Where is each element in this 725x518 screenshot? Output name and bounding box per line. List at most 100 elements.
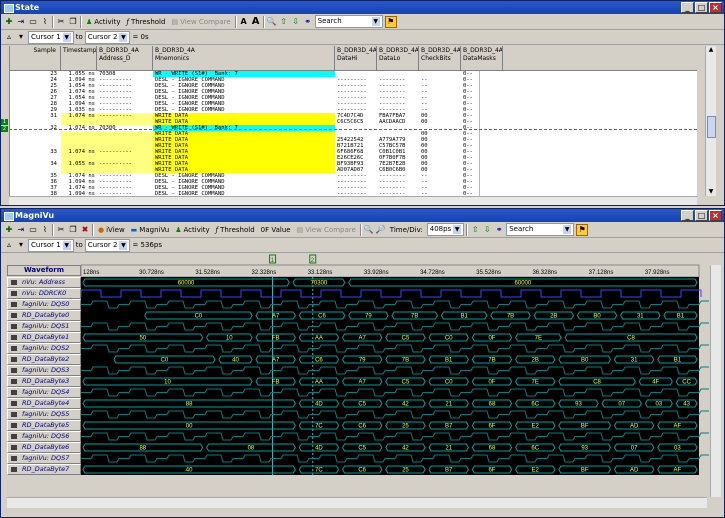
waveform-name[interactable]: RD_DataByte4 — [7, 398, 81, 409]
copy-icon[interactable]: ❐ — [68, 17, 78, 27]
waveform-name[interactable]: fagniVu: DQS2 — [7, 343, 81, 354]
signal-icon[interactable]: ⌇ — [40, 225, 50, 235]
bus-value: 4F — [652, 380, 659, 386]
font-smaller-icon[interactable]: A — [239, 17, 249, 27]
view-compare-button[interactable]: ▤ View Compare — [169, 16, 232, 28]
search-select[interactable]: Search ▼ — [506, 223, 575, 236]
cursor1-select[interactable]: Cursor 1 ▼ — [28, 30, 74, 44]
signal-icon[interactable]: ⌇ — [40, 17, 50, 27]
bus-value: B1 — [674, 358, 682, 364]
waveform-name[interactable]: fagniVu: DQS7 — [7, 453, 81, 464]
bus-value: 6C — [531, 402, 539, 408]
state-titlebar[interactable]: State _ □ × — [1, 1, 724, 14]
function-icon: ƒ — [215, 225, 219, 234]
search-options-icon[interactable]: ⚑ — [384, 15, 397, 28]
close-button[interactable]: × — [709, 2, 722, 13]
minimize-button[interactable]: _ — [681, 210, 694, 221]
state-table[interactable]: Sample Timestamp B_DDR3D_4A Address_D B_DDR… — [9, 46, 697, 196]
threshold-button[interactable]: ƒ Threshold — [214, 224, 257, 236]
waveform-name[interactable]: nVu: DDRCK0 — [7, 288, 81, 299]
waveform-name[interactable]: fagniVu: DQS6 — [7, 431, 81, 442]
activity-button[interactable]: ♟ Activity — [84, 16, 122, 28]
bus-icon[interactable]: ▭ — [28, 225, 38, 235]
waveform-name[interactable]: nVu: Address — [7, 277, 81, 288]
goto-icon[interactable]: ⇥ — [16, 225, 26, 235]
cut-icon[interactable]: ✂ — [56, 17, 66, 27]
waveform-name[interactable]: RD_DataByte5 — [7, 420, 81, 431]
font-larger-icon[interactable]: A — [251, 16, 261, 27]
column-header[interactable]: B_DDR3D_4A DataLo — [377, 46, 419, 70]
bus-value: 6C — [531, 446, 539, 452]
close-button[interactable]: × — [709, 210, 722, 221]
binoculars-icon[interactable]: ⚭ — [303, 17, 313, 27]
go-up-icon[interactable]: ⇧ — [279, 17, 289, 27]
cursor2-select[interactable]: Cursor 2 ▼ — [84, 30, 131, 44]
cursor-to-label: to — [75, 241, 83, 249]
waveform-name[interactable]: fagniVu: DQS5 — [7, 409, 81, 420]
view-compare-button[interactable]: ▤ View Compare — [295, 224, 358, 236]
cursor2-marker-icon[interactable]: 2 — [1, 126, 8, 132]
waveform-name[interactable]: fagniVu: DQS0 — [7, 299, 81, 310]
waveform-name[interactable]: fagniVu: DQS1 — [7, 321, 81, 332]
search-options-icon[interactable]: ⚑ — [576, 223, 589, 236]
waveform-name[interactable]: RD_DataByte3 — [7, 376, 81, 387]
waveform-name[interactable]: RD_DataByte2 — [7, 354, 81, 365]
triangle-icon[interactable]: ▵ — [4, 240, 14, 250]
add-icon[interactable]: ✚ — [4, 17, 14, 27]
cursor2-select[interactable]: Cursor 2 ▼ — [84, 238, 131, 252]
magnivu-button[interactable]: ▬ MagniVu — [129, 224, 172, 236]
value-button[interactable]: 0F Value — [259, 224, 293, 236]
go-down-icon[interactable]: ⇩ — [482, 225, 492, 235]
column-header[interactable]: B_DDR3D_4A DataHi — [335, 46, 377, 70]
magnivu-horizontal-scrollbar[interactable] — [7, 497, 707, 508]
column-header[interactable]: Timestamp — [61, 46, 97, 70]
triangle-icon[interactable]: ▵ — [4, 32, 14, 42]
copy-icon[interactable]: ❐ — [68, 225, 78, 235]
cursor1-marker-icon[interactable]: 1 — [1, 119, 8, 125]
scroll-down-icon[interactable]: ▼ — [706, 188, 716, 196]
delete-icon[interactable]: ✖ — [80, 225, 90, 235]
maximize-button[interactable]: □ — [695, 2, 708, 13]
scroll-up-icon[interactable]: ▲ — [706, 46, 716, 54]
maximize-button[interactable]: □ — [695, 210, 708, 221]
zoom-in-icon[interactable]: 🔍 — [364, 225, 374, 235]
waveform-display[interactable]: 128ns 30.728ns 31.528ns 32.328ns 33.128ns 33.… — [81, 253, 709, 495]
bus-icon[interactable]: ▭ — [28, 17, 38, 27]
iview-button[interactable]: ● iView — [96, 224, 127, 236]
dropdown-arrow-icon[interactable]: ▾ — [16, 32, 26, 42]
waveform-name[interactable]: RD_DataByte0 — [7, 310, 81, 321]
bus-value: 70300 — [311, 281, 328, 287]
state-vertical-scrollbar[interactable]: ▲ ▼ — [705, 46, 716, 196]
magnivu-vertical-scrollbar[interactable] — [710, 265, 721, 497]
zoom-out-icon[interactable]: 🔎 — [376, 225, 386, 235]
threshold-button[interactable]: ƒ Threshold — [124, 16, 167, 28]
column-header[interactable]: B_DDR3D_4A CheckBits — [419, 46, 461, 70]
goto-icon[interactable]: ⇥ — [16, 17, 26, 27]
go-down-icon[interactable]: ⇩ — [291, 17, 301, 27]
binoculars-icon[interactable]: ⚭ — [494, 225, 504, 235]
column-header[interactable]: Sample — [9, 46, 61, 70]
waveform-name[interactable]: fagniVu: DQS4 — [7, 387, 81, 398]
bus-value: 03 — [655, 402, 662, 408]
go-up-icon[interactable]: ⇧ — [470, 225, 480, 235]
waveform-name[interactable]: RD_DataByte1 — [7, 332, 81, 343]
cut-icon[interactable]: ✂ — [56, 225, 66, 235]
waveform-name[interactable]: RD_DataByte6 — [7, 442, 81, 453]
waveform-name[interactable]: RD_DataByte7 — [7, 464, 81, 475]
state-horizontal-scrollbar[interactable] — [9, 196, 697, 205]
add-icon[interactable]: ✚ — [4, 225, 14, 235]
column-header[interactable]: B_DDR3D_4A Address_D — [97, 46, 153, 70]
cursor1-select[interactable]: Cursor 1 ▼ — [28, 238, 74, 252]
dropdown-arrow-icon[interactable]: ▾ — [16, 240, 26, 250]
column-header[interactable]: B_DDR3D_4A Mnemonics — [153, 46, 335, 70]
waveform-name[interactable]: fagniVu: DQS3 — [7, 365, 81, 376]
magnivu-titlebar[interactable]: MagniVu _ □ × — [1, 209, 724, 222]
search-icon[interactable]: 🔍 — [267, 17, 277, 27]
scroll-thumb[interactable] — [707, 116, 716, 138]
search-select[interactable]: Search ▼ — [314, 15, 383, 28]
minimize-button[interactable]: _ — [681, 2, 694, 13]
cursor-line — [9, 129, 697, 130]
timediv-select[interactable]: 408ps ▼ — [426, 223, 465, 236]
activity-button[interactable]: ♟ Activity — [173, 224, 211, 236]
column-header[interactable]: B_DDR3D_4A DataMasks — [461, 46, 503, 70]
